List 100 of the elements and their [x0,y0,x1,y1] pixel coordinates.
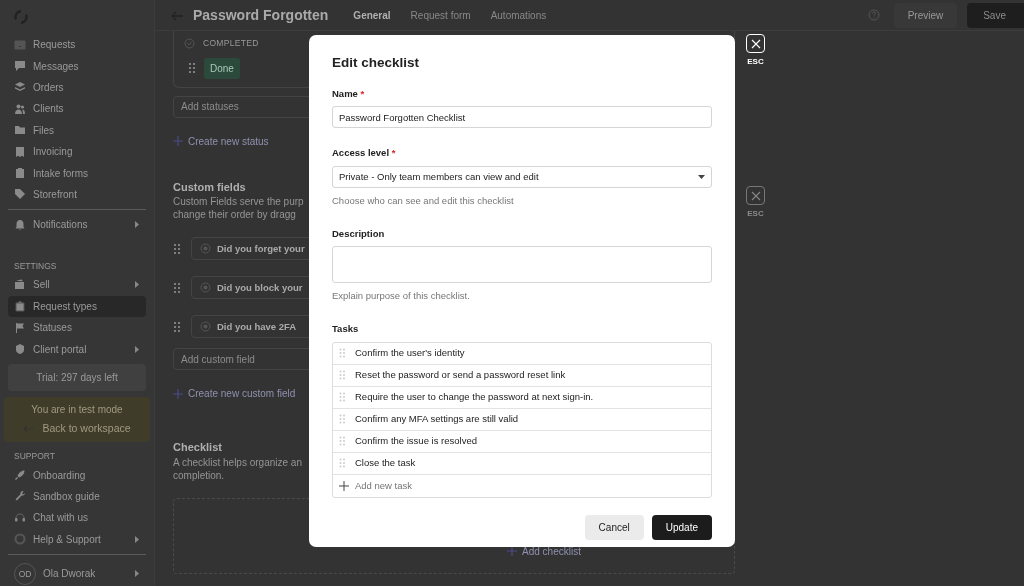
test-mode-notice: You are in test mode [30,402,124,417]
status-group-label: COMPLETED [203,37,259,50]
plus-icon [173,388,183,399]
section-heading: SETTINGS [13,259,58,273]
task-item[interactable]: Require the user to change the password at next sign-in. [355,390,594,405]
lifebuoy-icon [14,533,26,546]
drag-handle-icon [339,414,346,425]
update-button[interactable]: Update [651,514,712,540]
help-text: Explain purpose of this checklist. [332,289,471,304]
drag-handle-icon [339,458,346,469]
shopping-bag-icon [14,300,26,313]
help-icon [867,9,880,21]
check-circle-icon [184,37,195,49]
page-title: Password Forgotten [193,5,329,25]
sidebar-item[interactable]: Help & Support [8,528,146,550]
wallet-icon [14,278,26,291]
section-heading: SUPPORT [13,449,56,463]
rocket-icon [14,469,26,481]
tag-icon [14,188,26,201]
sidebar-item[interactable]: Statuses [8,317,146,339]
sidebar-item[interactable]: Client portal [8,338,146,360]
close-icon [750,190,761,201]
section-title: Custom fields [173,179,246,195]
sidebar-item[interactable]: Sell [8,274,146,296]
modal-title: Edit checklist [332,55,421,72]
caret-icon [134,570,140,578]
drag-handle-icon [339,436,346,447]
receipt-icon [14,145,26,158]
field-label: Tasks [332,322,360,337]
tab[interactable]: Automations [485,7,552,23]
radio-icon [200,282,211,294]
esc-label: ESC [747,208,764,220]
preview-button[interactable]: Preview [893,2,958,28]
people-icon [14,102,26,115]
drag-handle-icon [188,62,196,75]
caret-down-icon [698,174,705,179]
section-description: Custom Fields serve the purp [173,195,304,209]
radio-icon [200,321,211,333]
drag-handle-icon [339,392,346,403]
layers-icon [14,81,26,94]
save-button[interactable]: Save [967,2,1024,28]
field-label: Description [332,226,386,241]
task-item[interactable]: Confirm the user's identity [355,346,465,361]
drag-handle-icon [173,242,181,255]
task-item[interactable]: Reset the password or send a password reset link [355,368,566,383]
tab[interactable]: General [348,7,396,23]
access-level-select[interactable]: Private - Only team members can view and edit [332,165,712,188]
radio-icon [200,243,211,255]
sidebar-item[interactable]: Messages [8,55,146,77]
sidebar-item[interactable]: Storefront [8,183,146,206]
user-name[interactable]: Ola Dworak [43,566,127,582]
folder-icon [14,124,26,137]
esc-label: ESC [747,56,764,68]
sidebar-item[interactable]: Request types [8,295,146,318]
clipboard-icon [14,167,26,180]
sidebar-item[interactable]: Clients [8,98,146,120]
sidebar-item[interactable]: Onboarding [8,464,146,486]
drag-handle-icon [339,348,346,359]
tab[interactable]: Request form [405,7,476,23]
help-text: Choose who can see and edit this checklist [332,193,515,208]
headset-icon [14,511,26,524]
task-item[interactable]: Confirm the issue is resolved [355,434,477,449]
chat-bubble-icon [14,60,26,73]
description-input[interactable] [332,246,712,284]
add-checklist-link[interactable]: Add checklist [522,543,581,559]
sidebar-item[interactable]: Invoicing [8,140,146,163]
sidebar-item[interactable]: Notifications [8,214,146,236]
sidebar-item[interactable]: Files [8,119,146,141]
task-item[interactable]: Close the task [355,456,416,471]
sidebar-item[interactable]: Intake forms [8,162,146,184]
bell-icon [14,218,26,231]
field-label: Access level * [332,146,397,161]
drag-handle-icon [173,281,181,294]
sidebar-item[interactable]: Chat with us [8,507,146,529]
plus-icon [507,546,518,557]
sidebar-item[interactable]: Orders [8,76,146,99]
drag-handle-icon [339,370,346,381]
task-item[interactable]: Confirm any MFA settings are still valid [355,412,519,427]
sidebar-item[interactable]: Sandbox guide [8,485,146,508]
cancel-button[interactable]: Cancel [584,514,644,540]
custom-field-label: Did you forget your [217,241,305,256]
custom-field-label: Did you have 2FA [217,319,297,334]
field-label: Name * [332,87,366,102]
close-icon [750,38,761,49]
trial-banner: Trial: 297 days left [8,363,146,391]
back-to-workspace-link[interactable]: Back to workspace [42,420,131,437]
plus-icon [339,480,349,491]
status-badge: Done [204,57,240,79]
badge-icon [14,343,26,356]
section-description: A checklist helps organize an [173,455,302,469]
name-input[interactable]: Password Forgotten Checklist [332,106,712,129]
create-status-link[interactable]: Create new status [188,133,269,149]
drag-handle-icon [173,320,181,333]
tray-icon [14,38,26,51]
section-description: change their order by dragg [173,208,296,222]
sidebar-item[interactable]: Requests [8,34,146,56]
section-description: completion. [173,468,225,482]
section-title: Checklist [173,440,222,456]
create-custom-field-link[interactable]: Create new custom field [188,386,296,402]
custom-field-label: Did you block your [217,280,303,295]
